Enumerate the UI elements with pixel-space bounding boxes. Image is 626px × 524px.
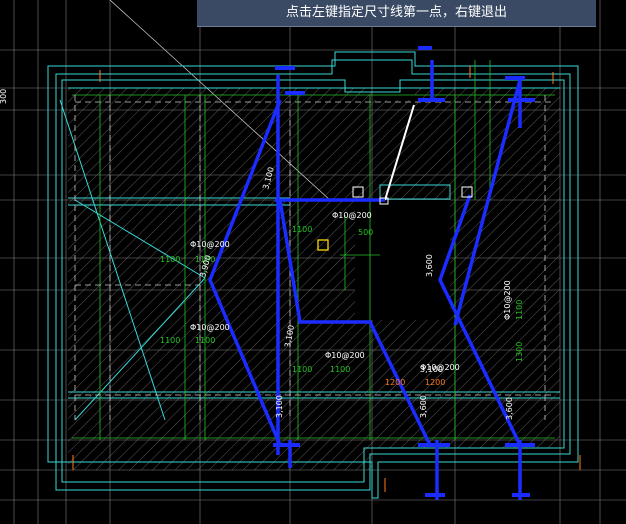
bar-length-label: 3,600: [419, 395, 428, 418]
dimension-label: 1100: [515, 300, 524, 320]
rebar-label: Φ10@200: [190, 240, 230, 249]
slab-hatch: [68, 88, 560, 470]
dimension-label: 1100: [292, 225, 312, 234]
bar-length-label: 3,600: [425, 254, 434, 277]
dimension-label: 500: [358, 228, 373, 237]
dimension-label: 1200: [385, 378, 405, 387]
bar-length-label: 3,100: [420, 365, 443, 374]
bar-length-label: 3,600: [505, 397, 514, 420]
dimension-label: 1100: [160, 255, 180, 264]
rebar-label: Φ10@200: [332, 211, 372, 220]
bar-length-label: 3,100: [275, 395, 284, 418]
rebar-label: Φ10@200: [190, 323, 230, 332]
side-label: 300: [0, 89, 8, 104]
rebar-label: Φ10@200: [325, 351, 365, 360]
dimension-label: 1200: [425, 378, 445, 387]
cad-drawing-canvas[interactable]: 300 Φ10@200 Φ10@200 Φ10@200 Φ10@200 Φ10@…: [0, 0, 626, 524]
dimension-label: 1100: [160, 336, 180, 345]
rebar-label: Φ10@200: [503, 280, 512, 320]
dimension-label: 1300: [515, 342, 524, 362]
dimension-label: 1100: [330, 365, 350, 374]
command-prompt-banner: 点击左键指定尺寸线第一点，右键退出: [197, 0, 596, 27]
dimension-label: 1100: [195, 336, 215, 345]
dimension-label: 1100: [292, 365, 312, 374]
